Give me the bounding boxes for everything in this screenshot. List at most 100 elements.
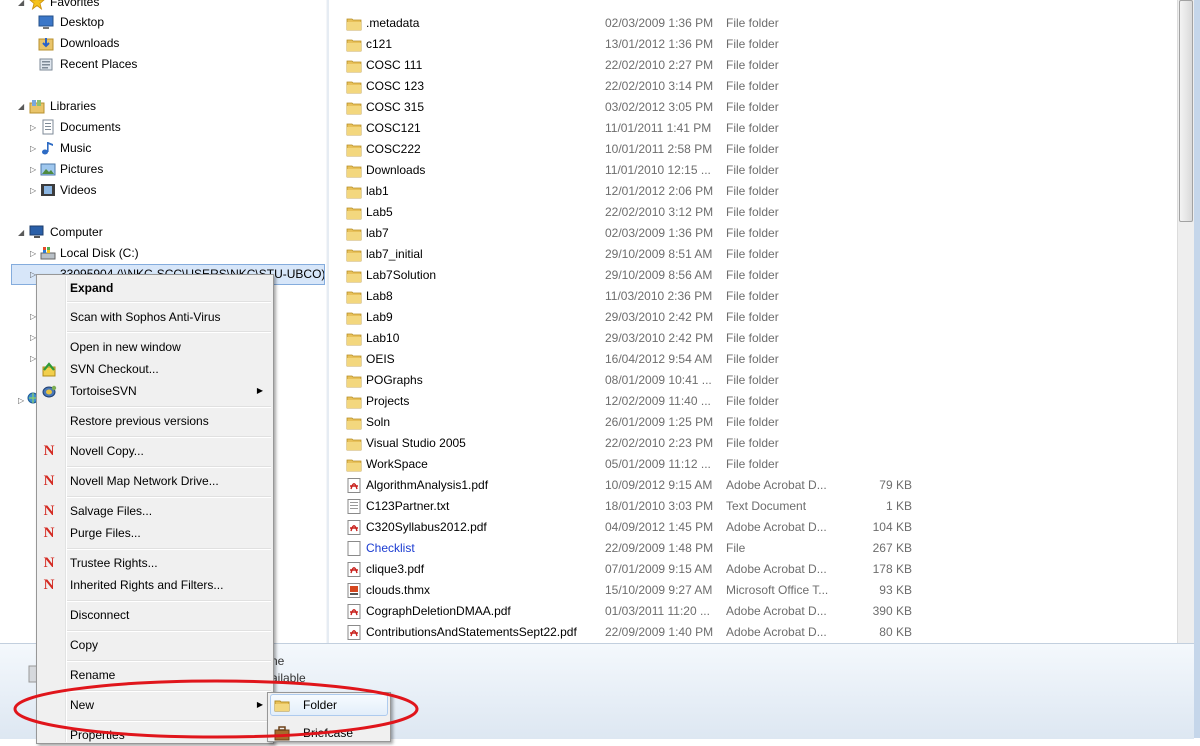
file-row[interactable]: Lab5 22/02/2010 3:12 PM File folder (329, 202, 1177, 223)
file-type: File folder (726, 373, 779, 387)
file-row[interactable]: POGraphs 08/01/2009 10:41 ... File folder (329, 370, 1177, 391)
collapsed-arrow-icon[interactable]: ▷ (30, 138, 38, 159)
file-date: 15/10/2009 9:27 AM (605, 583, 713, 597)
expanded-arrow-icon[interactable]: ◢ (18, 222, 26, 243)
file-row[interactable]: Lab8 11/03/2010 2:36 PM File folder (329, 286, 1177, 307)
menu-item-scan-sophos[interactable]: Scan with Sophos Anti-Virus (37, 306, 273, 328)
file-row[interactable]: lab7 02/03/2009 1:36 PM File folder (329, 223, 1177, 244)
file-date: 22/02/2010 2:27 PM (605, 58, 714, 72)
folder-icon (346, 81, 362, 94)
menu-item-inherited-rights[interactable]: N Inherited Rights and Filters... (37, 574, 273, 596)
collapsed-arrow-icon[interactable]: ▷ (30, 243, 38, 264)
file-date: 18/01/2010 3:03 PM (605, 499, 714, 513)
file-row[interactable]: AlgorithmAnalysis1.pdf 10/09/2012 9:15 AM… (329, 475, 1177, 496)
menu-item-disconnect[interactable]: Disconnect (37, 604, 273, 626)
menu-item-copy[interactable]: Copy (37, 634, 273, 656)
collapsed-arrow-icon[interactable]: ▷ (30, 159, 38, 180)
file-date: 12/02/2009 11:40 ... (605, 394, 711, 408)
folder-icon (346, 228, 362, 241)
file-type: File folder (726, 205, 779, 219)
vertical-scrollbar[interactable] (1177, 0, 1195, 643)
novell-icon: N (43, 443, 55, 459)
folder-icon (346, 18, 362, 31)
file-date: 16/04/2012 9:54 AM (605, 352, 713, 366)
file-row[interactable]: Visual Studio 2005 22/02/2010 2:23 PM File… (329, 433, 1177, 454)
menu-item-salvage-files[interactable]: N Salvage Files... (37, 500, 273, 522)
file-date: 02/03/2009 1:36 PM (605, 16, 714, 30)
menu-item-novell-copy[interactable]: N Novell Copy... (37, 440, 273, 462)
text-file-icon (347, 499, 361, 514)
file-row[interactable]: Lab9 29/03/2010 2:42 PM File folder (329, 307, 1177, 328)
theme-file-icon (347, 583, 361, 598)
collapsed-arrow-icon[interactable]: ▷ (30, 180, 38, 201)
file-row[interactable]: COSC 315 03/02/2012 3:05 PM File folder (329, 97, 1177, 118)
file-type: File (726, 541, 746, 555)
menu-item-tortoisesvn[interactable]: TortoiseSVN ▶ (37, 380, 273, 402)
folder-icon (346, 270, 362, 283)
file-row[interactable]: OEIS 16/04/2012 9:54 AM File folder (329, 349, 1177, 370)
file-date: 08/01/2009 10:41 ... (605, 373, 712, 387)
file-row[interactable]: Downloads 11/01/2010 12:15 ... File folder (329, 160, 1177, 181)
file-type: File folder (726, 163, 779, 177)
file-row[interactable]: ContributionsAndStatementsSept22.pdf 22/0… (329, 622, 1177, 643)
pdf-icon (347, 562, 361, 577)
file-type: Microsoft Office T... (726, 583, 829, 597)
file-name: lab7_initial (366, 247, 423, 261)
file-row[interactable]: clique3.pdf 07/01/2009 9:15 AM Adobe Acrob… (329, 559, 1177, 580)
tree-label: Downloads (60, 36, 120, 50)
file-row[interactable]: COSC 111 22/02/2010 2:27 PM File folder (329, 55, 1177, 76)
menu-item-open-new-window[interactable]: Open in new window (37, 336, 273, 358)
file-row[interactable]: c121 13/01/2012 1:36 PM File folder (329, 34, 1177, 55)
file-row[interactable]: Projects 12/02/2009 11:40 ... File folder (329, 391, 1177, 412)
collapsed-arrow-icon[interactable]: ▷ (30, 117, 38, 138)
folder-icon (346, 60, 362, 73)
file-row[interactable]: Lab7Solution 29/10/2009 8:56 AM File folde… (329, 265, 1177, 286)
file-row[interactable]: WorkSpace 05/01/2009 11:12 ... File folder (329, 454, 1177, 475)
file-row[interactable]: C123Partner.txt 18/01/2010 3:03 PM Text Do… (329, 496, 1177, 517)
window-frame (1194, 0, 1200, 738)
file-name: clique3.pdf (366, 562, 425, 576)
file-date: 26/01/2009 1:25 PM (605, 415, 714, 429)
file-type: File folder (726, 247, 779, 261)
scrollbar-thumb[interactable] (1179, 0, 1193, 222)
file-row[interactable]: COSC222 10/01/2011 2:58 PM File folder (329, 139, 1177, 160)
folder-icon (346, 396, 362, 409)
file-row[interactable]: Soln 26/01/2009 1:25 PM File folder (329, 412, 1177, 433)
pdf-icon (347, 604, 361, 619)
file-row[interactable]: clouds.thmx 15/10/2009 9:27 AM Microsoft O… (329, 580, 1177, 601)
file-size: 104 KB (872, 520, 912, 534)
file-date: 11/01/2010 12:15 ... (605, 163, 711, 177)
file-type: Adobe Acrobat D... (726, 604, 827, 618)
file-row[interactable]: lab7_initial 29/10/2009 8:51 AM File folde… (329, 244, 1177, 265)
file-type: File folder (726, 289, 779, 303)
tree-label: Local Disk (C:) (60, 246, 139, 260)
file-row[interactable]: .metadata 02/03/2009 1:36 PM File folder (329, 13, 1177, 34)
menu-item-trustee-rights[interactable]: N Trustee Rights... (37, 552, 273, 574)
file-row[interactable]: lab1 12/01/2012 2:06 PM File folder (329, 181, 1177, 202)
novell-icon: N (43, 525, 55, 541)
tree-label: Recent Places (60, 57, 138, 71)
expanded-arrow-icon[interactable]: ◢ (18, 0, 26, 13)
music-note-icon (42, 142, 53, 155)
file-row[interactable]: Lab10 29/03/2010 2:42 PM File folder (329, 328, 1177, 349)
file-name: C123Partner.txt (366, 499, 450, 513)
expanded-arrow-icon[interactable]: ◢ (18, 96, 26, 117)
file-row[interactable]: COSC121 11/01/2011 1:41 PM File folder (329, 118, 1177, 139)
file-row[interactable]: COSC 123 22/02/2010 3:14 PM File folder (329, 76, 1177, 97)
file-date: 29/10/2009 8:51 AM (605, 247, 713, 261)
menu-item-svn-checkout[interactable]: SVN Checkout... (37, 358, 273, 380)
file-row[interactable]: Checklist 22/09/2009 1:48 PM File 267 KB (329, 538, 1177, 559)
menu-item-purge-files[interactable]: N Purge Files... (37, 522, 273, 544)
tree-label: Pictures (60, 162, 104, 176)
file-row[interactable]: CographDeletionDMAA.pdf 01/03/2011 11:20 … (329, 601, 1177, 622)
file-size: 390 KB (872, 604, 912, 618)
menu-item-restore-previous[interactable]: Restore previous versions (37, 410, 273, 432)
file-row[interactable]: C320Syllabus2012.pdf 04/09/2012 1:45 PM Ad… (329, 517, 1177, 538)
menu-item-expand[interactable]: Expand (37, 277, 273, 299)
collapsed-arrow-icon[interactable]: ▷ (18, 390, 26, 411)
file-name: Lab8 (366, 289, 393, 303)
file-date: 12/01/2012 2:06 PM (605, 184, 714, 198)
tree-label: Libraries (50, 99, 97, 113)
file-size: 79 KB (879, 478, 912, 492)
menu-item-novell-map-drive[interactable]: N Novell Map Network Drive... (37, 470, 273, 492)
